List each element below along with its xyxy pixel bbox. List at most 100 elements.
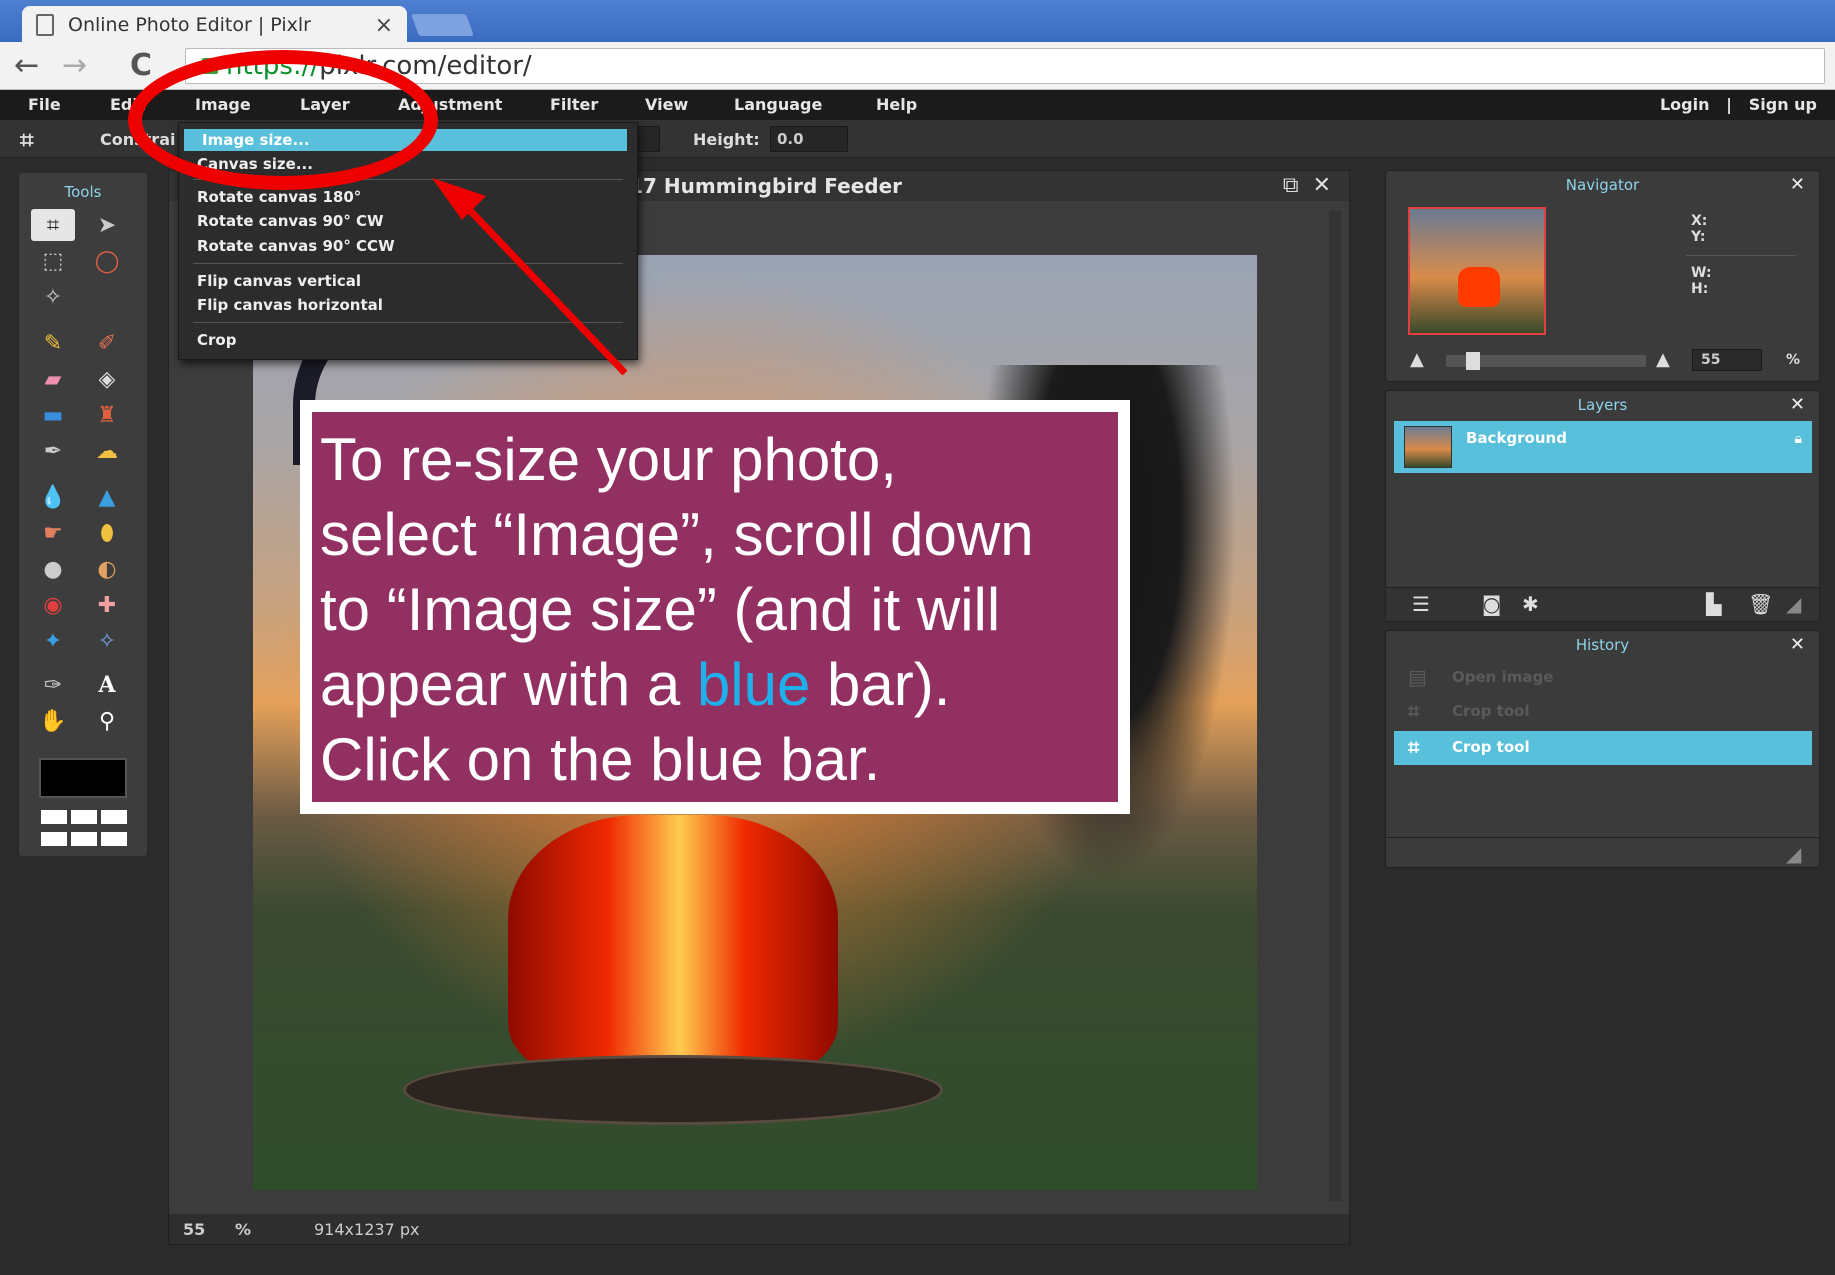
menu-item-rotate-180[interactable]: Rotate canvas 180° bbox=[179, 186, 637, 208]
layer-mask-icon[interactable]: ◙ bbox=[1482, 592, 1501, 616]
drawing-tool-icon[interactable]: ☁ bbox=[85, 435, 129, 467]
gradient-tool-icon[interactable]: ▬ bbox=[31, 399, 75, 431]
color-swatch[interactable] bbox=[39, 758, 127, 798]
bloat-tool-icon[interactable]: ✦ bbox=[31, 625, 75, 657]
stamp-tool-icon[interactable]: ♜ bbox=[85, 399, 129, 431]
menu-help[interactable]: Help bbox=[876, 95, 917, 114]
picker-tool-icon[interactable]: ✒ bbox=[31, 435, 75, 467]
redeye-tool-icon[interactable]: ◉ bbox=[31, 589, 75, 621]
menu-item-flip-vertical[interactable]: Flip canvas vertical bbox=[179, 270, 637, 292]
reload-icon[interactable]: C bbox=[130, 48, 152, 83]
y-label: Y: bbox=[1691, 229, 1706, 245]
dodge-tool-icon[interactable]: ◐ bbox=[85, 553, 129, 585]
burn-tool-icon[interactable]: ● bbox=[31, 553, 75, 585]
new-layer-icon[interactable]: ✱ bbox=[1522, 592, 1539, 616]
menu-language[interactable]: Language bbox=[734, 95, 822, 114]
layers-header: Layers ✕ bbox=[1386, 391, 1819, 419]
signup-link[interactable]: Sign up bbox=[1749, 95, 1817, 114]
eraser-tool-icon[interactable]: ▰ bbox=[31, 363, 75, 395]
crop-icon: ⌗ bbox=[1408, 699, 1420, 723]
feeder-base bbox=[403, 1055, 943, 1125]
menu-filter[interactable]: Filter bbox=[550, 95, 598, 114]
menu-item-rotate-90-cw[interactable]: Rotate canvas 90° CW bbox=[179, 210, 637, 232]
forward-icon[interactable]: → bbox=[62, 48, 87, 83]
menu-separator bbox=[193, 263, 623, 264]
document-status-bar: 55 % 914x1237 px bbox=[169, 1214, 1349, 1244]
new-tab-button[interactable] bbox=[410, 14, 475, 36]
navigator-panel: Navigator ✕ X: Y: W: H: ▲ ▲ 55 % bbox=[1385, 170, 1820, 382]
resize-handle-icon[interactable]: ◢ bbox=[1786, 592, 1801, 616]
hand-tool-icon[interactable]: ✋ bbox=[31, 705, 75, 737]
blur-tool-icon[interactable]: 💧 bbox=[31, 481, 75, 513]
history-item[interactable]: ▤ Open image bbox=[1394, 661, 1812, 695]
instruction-line: to “Image size” (and it will bbox=[320, 576, 1001, 643]
zoom-tool-icon[interactable]: ⚲ bbox=[85, 705, 129, 737]
type-tool-icon[interactable]: A bbox=[85, 669, 129, 701]
smudge-tool-icon[interactable]: ☛ bbox=[31, 517, 75, 549]
navigator-header: Navigator ✕ bbox=[1386, 171, 1819, 199]
lock-icon[interactable]: 🔒︎ bbox=[1795, 431, 1802, 447]
navigator-thumbnail[interactable] bbox=[1408, 207, 1546, 335]
close-layers-icon[interactable]: ✕ bbox=[1790, 394, 1805, 415]
zoom-input[interactable]: 55 bbox=[1692, 349, 1762, 371]
sharpen-tool-icon[interactable]: ▲ bbox=[85, 481, 129, 513]
history-item[interactable]: ⌗ Crop tool bbox=[1394, 695, 1812, 729]
duplicate-layer-icon[interactable]: ▙ bbox=[1706, 592, 1721, 616]
crop-tool-icon[interactable]: ⌗ bbox=[31, 209, 75, 241]
bucket-tool-icon[interactable]: ◈ bbox=[85, 363, 129, 395]
back-icon[interactable]: ← bbox=[14, 48, 39, 83]
document-icon bbox=[36, 14, 54, 36]
zoom-out-icon[interactable]: ▲ bbox=[1410, 349, 1424, 370]
menu-view[interactable]: View bbox=[645, 95, 688, 114]
restore-window-icon[interactable]: ⧉ bbox=[1283, 173, 1299, 198]
marquee-tool-icon[interactable]: ⬚ bbox=[31, 245, 75, 277]
trash-icon[interactable]: 🗑︎ bbox=[1748, 592, 1773, 616]
brush-tool-icon[interactable]: ✐ bbox=[85, 327, 129, 359]
url-field[interactable]: https://pixlr.com/editor/ bbox=[185, 48, 1825, 84]
layer-row[interactable]: Background 🔒︎ bbox=[1394, 421, 1812, 473]
history-title: History bbox=[1575, 636, 1630, 654]
move-tool-icon[interactable]: ➤ bbox=[85, 209, 129, 241]
zoom-in-icon[interactable]: ▲ bbox=[1656, 349, 1670, 370]
login-link[interactable]: Login bbox=[1660, 95, 1710, 114]
feeder-body bbox=[508, 815, 838, 1075]
close-tab-icon[interactable]: × bbox=[375, 13, 393, 38]
layer-settings-icon[interactable]: ☰ bbox=[1412, 592, 1430, 616]
grid-view-icon[interactable] bbox=[39, 808, 131, 848]
menu-item-rotate-90-ccw[interactable]: Rotate canvas 90° CCW bbox=[179, 235, 637, 257]
height-field[interactable]: 0.0 bbox=[770, 126, 848, 152]
close-navigator-icon[interactable]: ✕ bbox=[1790, 174, 1805, 195]
sponge-tool-icon[interactable]: ⬮ bbox=[85, 517, 129, 549]
history-header: History ✕ bbox=[1386, 631, 1819, 659]
menu-file[interactable]: File bbox=[28, 95, 61, 114]
close-document-icon[interactable]: ✕ bbox=[1313, 173, 1331, 198]
zoom-value[interactable]: 55 bbox=[183, 1220, 205, 1239]
instruction-highlight: blue bbox=[696, 651, 811, 718]
document-window-controls: ⧉ ✕ bbox=[1283, 173, 1331, 198]
layers-footer: ☰ ◙ ✱ ▙ 🗑︎ ◢ bbox=[1386, 587, 1819, 621]
history-item-label: Open image bbox=[1452, 668, 1554, 686]
menu-item-flip-horizontal[interactable]: Flip canvas horizontal bbox=[179, 294, 637, 316]
close-history-icon[interactable]: ✕ bbox=[1790, 634, 1805, 655]
layer-thumbnail bbox=[1404, 426, 1452, 468]
history-item-selected[interactable]: ⌗ Crop tool bbox=[1394, 731, 1812, 765]
color-replace-tool-icon[interactable]: ✑ bbox=[31, 669, 75, 701]
pencil-tool-icon[interactable]: ✎ bbox=[31, 327, 75, 359]
zoom-slider[interactable] bbox=[1446, 352, 1646, 370]
pinch-tool-icon[interactable]: ✧ bbox=[85, 625, 129, 657]
browser-tab[interactable]: Online Photo Editor | Pixlr × bbox=[22, 6, 407, 44]
wand-tool-icon[interactable]: ✧ bbox=[31, 281, 75, 313]
x-label: X: bbox=[1691, 213, 1708, 229]
instruction-line: select “Image”, scroll down bbox=[320, 501, 1034, 568]
zoom-slider-handle[interactable] bbox=[1466, 352, 1480, 370]
menu-item-crop[interactable]: Crop bbox=[179, 329, 637, 351]
zoom-unit: % bbox=[235, 1220, 252, 1239]
spot-heal-tool-icon[interactable]: ✚ bbox=[85, 589, 129, 621]
tools-title: Tools bbox=[64, 183, 102, 201]
resize-handle-icon[interactable]: ◢ bbox=[1786, 842, 1801, 866]
lasso-tool-icon[interactable]: ◯ bbox=[85, 245, 129, 277]
w-label: W: bbox=[1691, 265, 1712, 281]
tools-panel: Tools ⌗ ➤ ⬚ ◯ ✧ ✎ ✐ ▰ ◈ ▬ ♜ ✒ ☁ 💧 ▲ ☛ ⬮ … bbox=[18, 172, 148, 857]
crop-icon: ⌗ bbox=[1408, 735, 1420, 759]
vertical-scrollbar[interactable] bbox=[1329, 211, 1341, 1201]
